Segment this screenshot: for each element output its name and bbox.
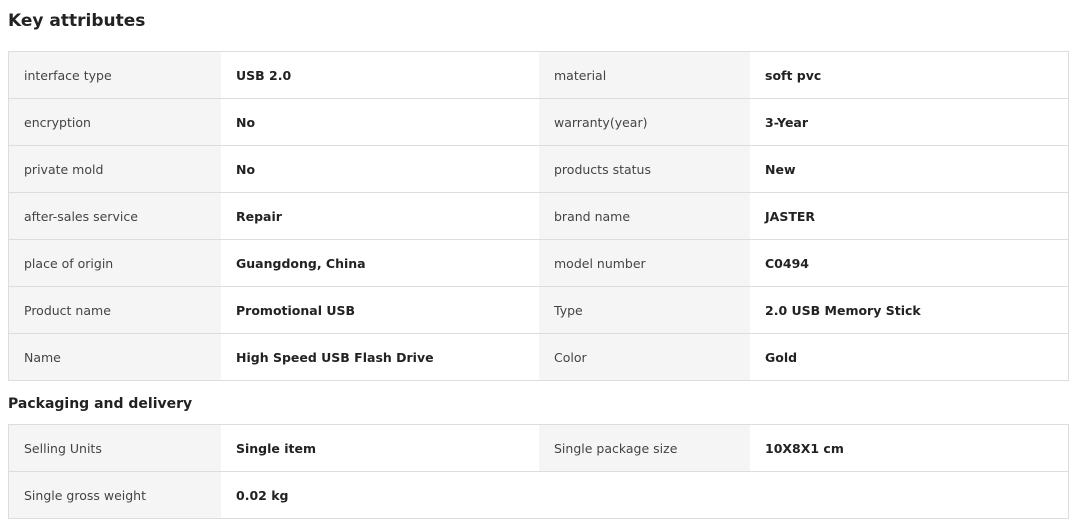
attribute-label: brand name xyxy=(539,193,750,239)
attribute-row: place of origin Guangdong, China model n… xyxy=(9,240,1068,287)
attribute-row: after-sales service Repair brand name JA… xyxy=(9,193,1068,240)
attribute-value: Gold xyxy=(750,334,1068,380)
attribute-value: C0494 xyxy=(750,240,1068,286)
key-attributes-table: interface type USB 2.0 material soft pvc… xyxy=(8,51,1069,381)
attribute-value: 3-Year xyxy=(750,99,1068,145)
attribute-value: 10X8X1 cm xyxy=(750,425,1068,471)
attribute-label: private mold xyxy=(9,146,221,192)
attribute-label: Color xyxy=(539,334,750,380)
attribute-label: material xyxy=(539,52,750,98)
attribute-value: Promotional USB xyxy=(221,287,539,333)
attribute-value: Guangdong, China xyxy=(221,240,539,286)
key-attributes-title: Key attributes xyxy=(8,11,146,31)
attribute-label: Single gross weight xyxy=(9,472,221,518)
attribute-row: private mold No products status New xyxy=(9,146,1068,193)
attribute-value: USB 2.0 xyxy=(221,52,539,98)
attribute-value: JASTER xyxy=(750,193,1068,239)
attribute-value: Repair xyxy=(221,193,539,239)
attribute-row: Product name Promotional USB Type 2.0 US… xyxy=(9,287,1068,334)
attribute-label: Product name xyxy=(9,287,221,333)
attribute-value: High Speed USB Flash Drive xyxy=(221,334,539,380)
attribute-label: warranty(year) xyxy=(539,99,750,145)
attribute-value: No xyxy=(221,99,539,145)
attribute-label: after-sales service xyxy=(9,193,221,239)
empty-cell xyxy=(539,472,1068,518)
attribute-row: interface type USB 2.0 material soft pvc xyxy=(9,52,1068,99)
packaging-table: Selling Units Single item Single package… xyxy=(8,424,1069,519)
attribute-label: Single package size xyxy=(539,425,750,471)
attribute-label: place of origin xyxy=(9,240,221,286)
attribute-row: Selling Units Single item Single package… xyxy=(9,425,1068,472)
attribute-value: 2.0 USB Memory Stick xyxy=(750,287,1068,333)
attribute-row: Name High Speed USB Flash Drive Color Go… xyxy=(9,334,1068,381)
attribute-label: products status xyxy=(539,146,750,192)
attribute-label: Name xyxy=(9,334,221,380)
attribute-value: 0.02 kg xyxy=(221,472,539,518)
attribute-value: No xyxy=(221,146,539,192)
attribute-value: Single item xyxy=(221,425,539,471)
packaging-delivery-title: Packaging and delivery xyxy=(8,396,193,412)
attribute-value: soft pvc xyxy=(750,52,1068,98)
attribute-label: Selling Units xyxy=(9,425,221,471)
attribute-row: encryption No warranty(year) 3-Year xyxy=(9,99,1068,146)
attribute-label: interface type xyxy=(9,52,221,98)
attribute-label: model number xyxy=(539,240,750,286)
attribute-label: encryption xyxy=(9,99,221,145)
attribute-label: Type xyxy=(539,287,750,333)
attribute-row: Single gross weight 0.02 kg xyxy=(9,472,1068,519)
attribute-value: New xyxy=(750,146,1068,192)
